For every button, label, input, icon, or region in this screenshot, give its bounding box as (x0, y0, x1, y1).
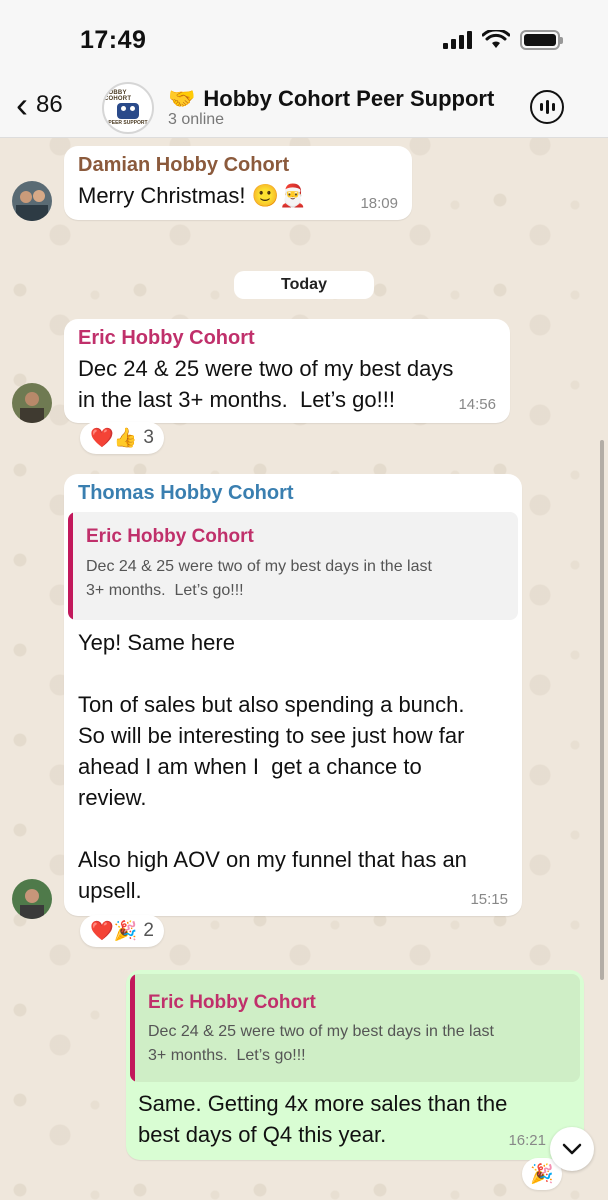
message-reactions[interactable]: ❤️🎉 2 (80, 915, 164, 947)
back-chevron-icon: ‹ (16, 84, 28, 125)
message-sender[interactable]: Eric Hobby Cohort (78, 327, 255, 350)
message-text: Merry Christmas! 🙂🎅 (78, 183, 307, 208)
handshake-emoji: 🤝 (168, 86, 196, 111)
outgoing-message-bubble[interactable]: Eric Hobby Cohort Dec 24 & 25 were two o… (126, 970, 584, 1160)
message-text: Dec 24 & 25 were two of my best days in … (78, 356, 454, 412)
message-sender[interactable]: Thomas Hobby Cohort (78, 482, 294, 505)
quote-accent-bar (130, 974, 135, 1082)
quoted-sender: Eric Hobby Cohort (86, 526, 254, 547)
group-avatar[interactable]: HOBBY COHORT PEER SUPPORT (102, 82, 154, 134)
message-reactions[interactable]: ❤️👍 3 (80, 422, 164, 454)
wifi-icon (482, 30, 510, 48)
group-name: Hobby Cohort Peer Support (203, 86, 495, 111)
message-time: 14:56 (458, 396, 496, 413)
unread-count: 86 (36, 91, 63, 118)
group-people-icon (117, 103, 139, 119)
message-time: 18:09 (360, 195, 398, 212)
quoted-message[interactable]: Eric Hobby Cohort Dec 24 & 25 were two o… (68, 512, 518, 620)
message-sender[interactable]: Damian Hobby Cohort (78, 154, 289, 177)
back-button[interactable]: ‹ 86 (16, 84, 63, 125)
message-text: Same. Getting 4x more sales than the bes… (138, 1091, 508, 1147)
group-title[interactable]: 🤝 Hobby Cohort Peer Support (168, 86, 494, 112)
status-bar: 17:49 (0, 0, 608, 80)
group-call-icon[interactable] (530, 90, 564, 124)
reaction-count: 2 (143, 920, 154, 941)
reaction-emojis: ❤️🎉 (90, 921, 138, 942)
signal-icon (443, 31, 472, 49)
scroll-down-icon (562, 1143, 582, 1155)
scroll-down-button[interactable] (550, 1127, 594, 1171)
reaction-emojis: ❤️👍 (90, 428, 138, 449)
battery-icon (520, 30, 563, 50)
quoted-message[interactable]: Eric Hobby Cohort Dec 24 & 25 were two o… (130, 974, 580, 1082)
avatar[interactable] (12, 383, 52, 423)
date-separator: Today (234, 271, 374, 299)
message-bubble[interactable]: Thomas Hobby Cohort Eric Hobby Cohort De… (64, 474, 522, 916)
message-bubble[interactable]: Eric Hobby Cohort Dec 24 & 25 were two o… (64, 319, 510, 423)
quoted-sender: Eric Hobby Cohort (148, 992, 316, 1013)
message-time: 16:21 (508, 1132, 546, 1149)
status-icons (443, 30, 563, 50)
quote-accent-bar (68, 512, 73, 620)
message-time: 15:15 (470, 891, 508, 908)
reaction-count: 3 (143, 427, 154, 448)
reaction-emojis: 🎉 (530, 1164, 554, 1185)
message-bubble[interactable]: Damian Hobby Cohort Merry Christmas! 🙂🎅 … (64, 146, 412, 220)
quoted-text: Dec 24 & 25 were two of my best days in … (148, 1023, 494, 1064)
scrollbar[interactable] (600, 440, 604, 980)
chat-header: ‹ 86 HOBBY COHORT PEER SUPPORT 🤝 Hobby C… (0, 80, 608, 138)
group-online-status: 3 online (168, 111, 225, 128)
message-text: Yep! Same here Ton of sales but also spe… (78, 630, 467, 903)
quoted-text: Dec 24 & 25 were two of my best days in … (86, 558, 432, 599)
avatar[interactable] (12, 879, 52, 919)
avatar[interactable] (12, 181, 52, 221)
status-time: 17:49 (80, 26, 147, 54)
